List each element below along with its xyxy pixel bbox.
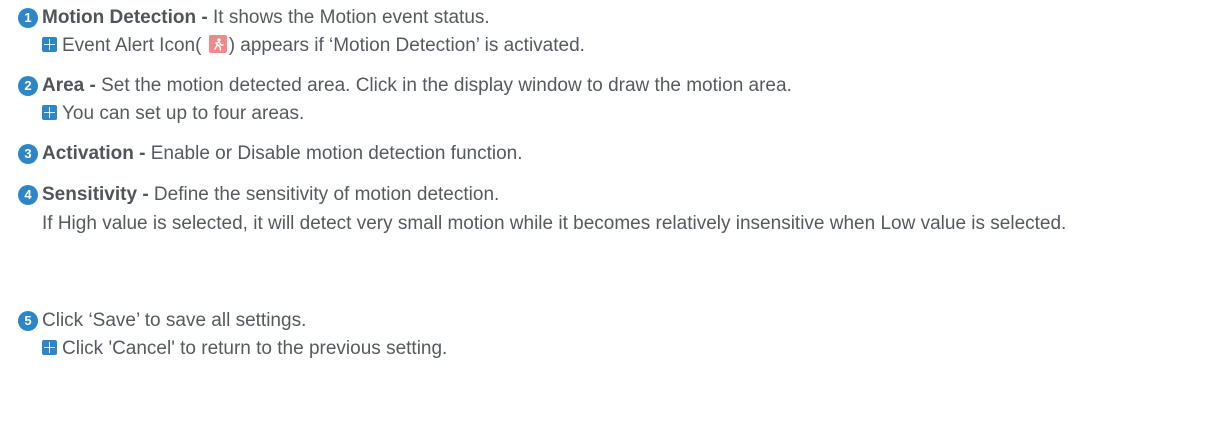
step-number-badge: 1 [18,8,38,28]
item-motion-detection: 1 Motion Detection - It shows the Motion… [0,4,1200,60]
item-sensitivity: 4 Sensitivity - Define the sensitivity o… [0,181,1200,238]
item-area: 2 Area - Set the motion detected area. C… [0,72,1200,128]
term-activation: Activation - [42,143,146,164]
note-text: Click 'Cancel' to return to the previous… [62,338,448,359]
step-number-badge: 2 [18,76,38,96]
term-sensitivity: Sensitivity - [42,184,149,205]
note-icon [42,37,57,52]
sensitivity-explanation: If High value is selected, it will detec… [42,213,1067,234]
note-icon [42,340,57,355]
item-description: Define the sensitivity of motion detecti… [148,184,500,205]
note-line: Click 'Cancel' to return to the previous… [0,335,1200,363]
item-description: It shows the Motion event status. [207,7,490,28]
term-motion-detection: Motion Detection - [42,7,208,28]
item-description: Click ‘Save’ to save all settings. [42,310,307,331]
step-number-badge: 4 [18,185,38,205]
note-line: Event Alert Icon( ) appears if ‘Motion D… [0,32,1200,60]
note-text: You can set up to four areas. [62,103,305,124]
step-number-badge: 3 [18,144,38,164]
term-area: Area - [42,75,96,96]
note-text-after: ) appears if ‘Motion Detection’ is activ… [228,35,585,56]
note-icon [42,105,57,120]
item-save: 5 Click ‘Save’ to save all settings. Cli… [0,307,1200,363]
note-text-before: Event Alert Icon( [62,35,202,56]
note-line: You can set up to four areas. [0,100,1200,128]
event-alert-icon [208,35,227,53]
item-description: Enable or Disable motion detection funct… [145,143,523,164]
item-activation: 3 Activation - Enable or Disable motion … [0,140,1200,168]
item-description: Set the motion detected area. Click in t… [95,75,792,96]
step-number-badge: 5 [18,311,38,331]
